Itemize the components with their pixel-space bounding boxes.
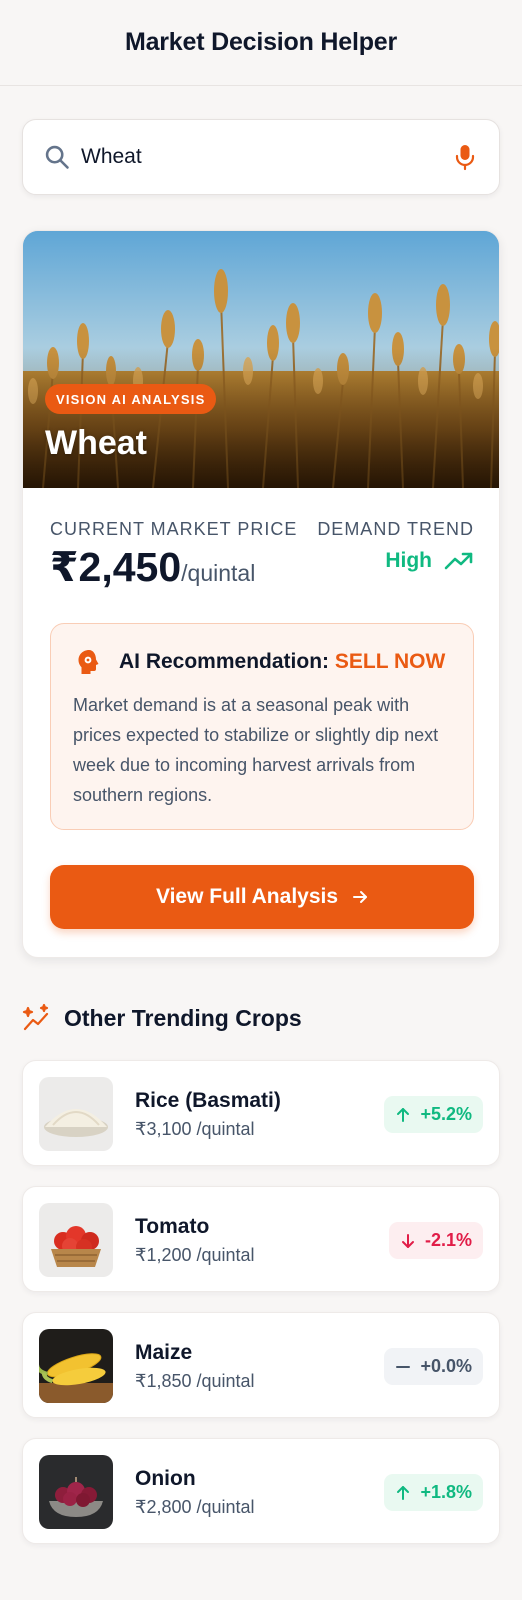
onion-thumbnail: [39, 1455, 113, 1529]
recommendation-header: AI Recommendation: SELL NOW: [75, 648, 445, 676]
price-change-value: +0.0%: [420, 1356, 472, 1376]
vision-ai-badge: VISION AI ANALYSIS: [45, 384, 217, 414]
price-unit: /quintal: [181, 560, 256, 586]
ai-brain-icon: [75, 648, 103, 676]
price-change-value: +5.2%: [420, 1104, 472, 1124]
mic-icon[interactable]: [451, 143, 479, 171]
maize-thumbnail: [39, 1329, 113, 1403]
trending-section-title: Other Trending Crops: [64, 1004, 302, 1031]
arrow-right-icon: [352, 889, 368, 905]
price-change-value: +1.8%: [420, 1482, 472, 1502]
crop-name: Rice (Basmati): [135, 1089, 281, 1112]
crop-name: Onion: [135, 1467, 196, 1490]
rice-thumbnail: [39, 1077, 113, 1151]
view-full-analysis-button[interactable]: View Full Analysis: [50, 865, 474, 929]
featured-crop-card: VISION AI ANALYSIS Wheat CURRENT MARKET …: [22, 230, 500, 958]
crop-item-maize[interactable]: Maize ₹1,850 /quintal +0.0%: [22, 1312, 500, 1418]
minus-icon: [395, 1359, 411, 1375]
price-label: CURRENT MARKET PRICE: [50, 519, 298, 539]
recommendation-prefix: AI Recommendation:: [119, 650, 330, 673]
page-title: Market Decision Helper: [124, 28, 398, 56]
crop-item-tomato[interactable]: Tomato ₹1,200 /quintal -2.1%: [22, 1186, 500, 1292]
price-value: ₹2,450/quintal: [50, 543, 255, 591]
sparkle-icon: [22, 1003, 52, 1033]
crop-price: ₹2,800 /quintal: [135, 1497, 255, 1517]
arrow-down-icon: [400, 1233, 416, 1249]
crop-item-rice[interactable]: Rice (Basmati) ₹3,100 /quintal +5.2%: [22, 1060, 500, 1166]
recommendation-text: Market demand is at a seasonal peak with…: [73, 695, 439, 805]
trending-section-header: Other Trending Crops: [22, 1003, 302, 1033]
price-change-badge: +5.2%: [384, 1096, 483, 1133]
price-section: CURRENT MARKET PRICE ₹2,450/quintal DEMA…: [50, 519, 474, 599]
featured-crop-name: Wheat: [45, 424, 147, 462]
search-input[interactable]: [81, 145, 451, 169]
arrow-up-icon: [395, 1107, 411, 1123]
price-change-badge: +0.0%: [384, 1348, 483, 1385]
price-change-value: -2.1%: [424, 1230, 472, 1250]
price-amount: ₹2,450: [50, 544, 182, 590]
crop-price: ₹3,100 /quintal: [135, 1119, 255, 1139]
ai-recommendation-box: AI Recommendation: SELL NOW Market deman…: [50, 623, 474, 830]
recommendation-title: AI Recommendation: SELL NOW: [119, 650, 445, 674]
wheat-field-image: VISION AI ANALYSIS Wheat: [23, 231, 499, 488]
crop-price: ₹1,200 /quintal: [135, 1245, 255, 1265]
recommendation-action: SELL NOW: [334, 650, 446, 673]
hero-gradient-overlay: [23, 348, 499, 488]
demand-trend-label: DEMAND TREND: [317, 519, 474, 539]
search-icon: [43, 143, 71, 171]
demand-trend-text: High: [385, 549, 432, 572]
trending-up-icon: [444, 550, 474, 572]
search-bar[interactable]: [22, 119, 500, 195]
price-change-badge: +1.8%: [384, 1474, 483, 1511]
demand-trend-value: High: [385, 549, 474, 573]
arrow-up-icon: [395, 1485, 411, 1501]
crop-name: Tomato: [135, 1215, 210, 1238]
app-root: Market Decision Helper Wheat VISION AI A…: [0, 0, 522, 1600]
crop-item-onion[interactable]: Onion ₹2,800 /quintal +1.8%: [22, 1438, 500, 1544]
cta-label: View Full Analysis: [155, 885, 339, 908]
price-change-badge: -2.1%: [388, 1222, 483, 1259]
crop-name: Maize: [135, 1341, 193, 1364]
app-header: Market Decision Helper: [0, 0, 522, 86]
tomato-thumbnail: [39, 1203, 113, 1277]
crop-price: ₹1,850 /quintal: [135, 1371, 255, 1391]
